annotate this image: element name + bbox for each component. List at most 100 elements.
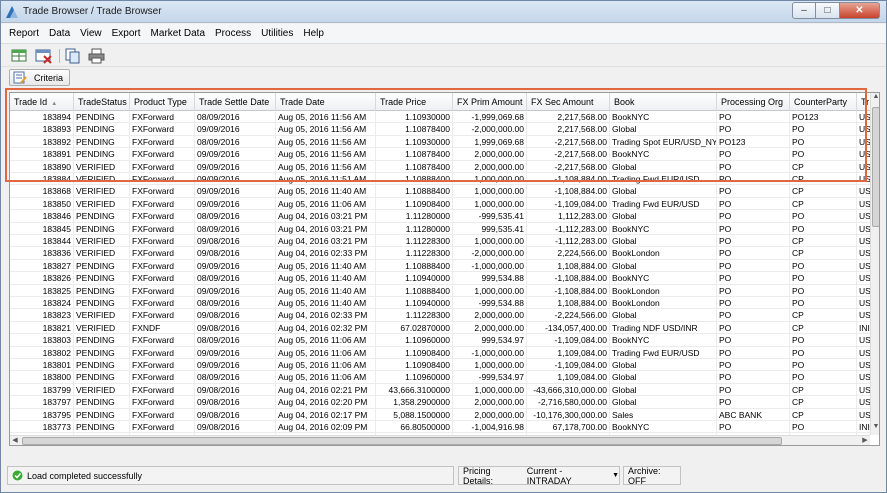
table-row[interactable]: 183893 PENDING FXForward 09/09/2016 Aug 05, … [10, 123, 870, 136]
column-header-trade-id[interactable]: Trade Id ▲ [10, 93, 74, 111]
cell-counterparty: CP [790, 173, 857, 186]
vertical-scrollbar[interactable]: ▲ ▼ [870, 93, 879, 435]
table-row[interactable]: 183836 VERIFIED FXForward 09/08/2016 Aug 04,… [10, 247, 870, 260]
criteria-button[interactable]: Criteria [9, 69, 70, 86]
cell-fx-sec-amount: -1,108,884.00 [527, 185, 610, 198]
table-row[interactable]: 183802 PENDING FXForward 09/09/2016 Aug 05, … [10, 346, 870, 359]
table-row[interactable]: 183821 VERIFIED FXNDF 09/08/2016 Aug 04, 201… [10, 321, 870, 335]
table-row[interactable]: 183825 PENDING FXForward 09/09/2016 Aug 05, … [10, 284, 870, 297]
cell-trade-status: VERIFIED [74, 185, 130, 198]
cell-fx-prim-amount: -999,534.88 [453, 297, 527, 310]
cell-counterparty: PO [790, 148, 857, 161]
column-header-processing-org[interactable]: Processing Org [717, 93, 790, 111]
table-row[interactable]: 183890 VERIFIED FXForward 09/09/2016 Aug 05,… [10, 160, 870, 173]
cell-trade-price: 1.10930000 [376, 111, 453, 124]
cell-trade-id: 183803 [10, 334, 74, 347]
cell-trade-settle-date: 08/09/2016 [195, 210, 276, 223]
cell-trade-id: 183891 [10, 148, 74, 161]
table-row[interactable]: 183850 VERIFIED FXForward 09/09/2016 Aug 05,… [10, 197, 870, 211]
menu-data[interactable]: Data [49, 28, 70, 39]
cell-fx-prim-amount: 1,999,069.68 [453, 135, 527, 149]
horizontal-scrollbar[interactable]: ◀ ▶ [10, 435, 870, 445]
table-row[interactable]: 183845 PENDING FXForward 08/09/2016 Aug 04, … [10, 222, 870, 235]
column-header-trade-price[interactable]: Trade Price [376, 93, 453, 111]
cell-trade-settle-date: 09/09/2016 [195, 284, 276, 297]
title-bar[interactable]: Trade Browser / Trade Browser – □ ✕ [1, 1, 886, 23]
cell-trade-settle-date: 09/09/2016 [195, 173, 276, 186]
table-row[interactable]: 183846 PENDING FXForward 08/09/2016 Aug 04, … [10, 210, 870, 223]
table-row[interactable]: 183797 PENDING FXForward 09/08/2016 Aug 04, … [10, 396, 870, 409]
table-row[interactable]: 183844 VERIFIED FXForward 09/08/2016 Aug 04,… [10, 235, 870, 248]
copy-icon[interactable] [64, 48, 82, 64]
maximize-button[interactable]: □ [816, 2, 840, 19]
scroll-down-icon[interactable]: ▼ [871, 423, 879, 435]
table-row[interactable]: 183795 PENDING FXForward 09/08/2016 Aug 04, … [10, 408, 870, 421]
menu-market-data[interactable]: Market Data [151, 28, 205, 39]
column-header-trade-settle-date[interactable]: Trade Settle Date [195, 93, 276, 111]
cell-fx-prim-amount: 1,000,000.00 [453, 284, 527, 297]
column-header-counterparty[interactable]: CounterParty [790, 93, 857, 111]
menu-bar: Report Data View Export Market Data Proc… [1, 24, 886, 44]
cell-fx-prim-amount: -1,004,916.98 [453, 421, 527, 434]
table-row[interactable]: 183824 PENDING FXForward 08/09/2016 Aug 05, … [10, 297, 870, 310]
table-row[interactable]: 183827 PENDING FXForward 09/09/2016 Aug 05, … [10, 259, 870, 273]
cell-counterparty: PO [790, 359, 857, 372]
pricing-details-select[interactable]: Current - INTRADAY ▼ [527, 466, 619, 486]
cell-fx-prim-amount: 1,000,000.00 [453, 235, 527, 248]
table-row[interactable]: 183826 PENDING FXForward 08/09/2016 Aug 05, … [10, 272, 870, 285]
scroll-up-icon[interactable]: ▲ [871, 93, 879, 105]
column-header-fx-prim-amount[interactable]: FX Prim Amount [453, 93, 527, 111]
cell-product-type: FXNDF [130, 321, 195, 335]
cell-trade-date: Aug 04, 2016 02:33 PM [276, 247, 376, 260]
cell-trade-date: Aug 05, 2016 11:06 AM [276, 346, 376, 359]
menu-export[interactable]: Export [112, 28, 141, 39]
table-row[interactable]: 183799 VERIFIED FXForward 09/08/2016 Aug 04,… [10, 383, 870, 397]
cell-fx-sec-amount: -43,666,310,000.00 [527, 383, 610, 397]
grid-delete-icon[interactable] [35, 48, 53, 64]
cell-book: BookNYC [610, 334, 717, 347]
cell-book: Trading Spot EUR/USD_NY [610, 135, 717, 149]
scroll-left-icon[interactable]: ◀ [10, 436, 20, 445]
cell-processing-org: PO [717, 334, 790, 347]
cell-trade-date: Aug 04, 2016 02:33 PM [276, 309, 376, 322]
horizontal-scroll-thumb[interactable] [22, 437, 782, 445]
column-header-product-type[interactable]: Product Type [130, 93, 195, 111]
table-row[interactable]: 183823 VERIFIED FXForward 09/08/2016 Aug 04,… [10, 309, 870, 322]
table-row[interactable]: 183894 PENDING FXForward 08/09/2016 Aug 05, … [10, 111, 870, 124]
cell-trade-id: 183884 [10, 173, 74, 186]
cell-trade-id: 183868 [10, 185, 74, 198]
cell-book: Sales [610, 408, 717, 421]
cell-trade-price: 5,088.1500000 [376, 408, 453, 421]
minimize-button[interactable]: – [792, 2, 816, 19]
menu-view[interactable]: View [80, 28, 102, 39]
column-header-fx-sec-amount[interactable]: FX Sec Amount [527, 93, 610, 111]
table-row[interactable]: 183891 PENDING FXForward 09/09/2016 Aug 05, … [10, 148, 870, 161]
menu-process[interactable]: Process [215, 28, 251, 39]
print-icon[interactable] [88, 48, 106, 64]
cell-counterparty: CP [790, 185, 857, 198]
cell-product-type: FXForward [130, 334, 195, 347]
cell-trade-price: 1.10908400 [376, 197, 453, 211]
vertical-scroll-thumb[interactable] [872, 107, 879, 227]
column-header-book[interactable]: Book [610, 93, 717, 111]
column-header-label: Processing Org [721, 97, 784, 107]
table-row[interactable]: 183773 PENDING FXForward 09/08/2016 Aug 04, … [10, 421, 870, 434]
table-row[interactable]: 183868 VERIFIED FXForward 09/09/2016 Aug 05,… [10, 185, 870, 198]
menu-utilities[interactable]: Utilities [261, 28, 293, 39]
table-row[interactable]: 183803 PENDING FXForward 08/09/2016 Aug 05, … [10, 334, 870, 347]
grid-add-icon[interactable] [11, 48, 29, 64]
table-row[interactable]: 183800 PENDING FXForward 08/09/2016 Aug 05, … [10, 371, 870, 384]
cell-counterparty: PO [790, 123, 857, 136]
close-button[interactable]: ✕ [840, 2, 880, 19]
table-row[interactable]: 183884 VERIFIED FXForward 09/09/2016 Aug 05,… [10, 173, 870, 186]
cell-fx-sec-amount: 1,112,283.00 [527, 210, 610, 223]
cell-fx-sec-amount: -1,108,884.00 [527, 272, 610, 285]
table-row[interactable]: 183801 PENDING FXForward 09/09/2016 Aug 05, … [10, 359, 870, 372]
menu-report[interactable]: Report [9, 28, 39, 39]
column-header-trade-status[interactable]: TradeStatus [74, 93, 130, 111]
column-header-trade-date[interactable]: Trade Date [276, 93, 376, 111]
table-row[interactable]: 183892 PENDING FXForward 08/09/2016 Aug 05, … [10, 135, 870, 149]
menu-help[interactable]: Help [303, 28, 324, 39]
scroll-right-icon[interactable]: ▶ [860, 436, 870, 445]
column-header-label: FX Sec Amount [531, 97, 594, 107]
